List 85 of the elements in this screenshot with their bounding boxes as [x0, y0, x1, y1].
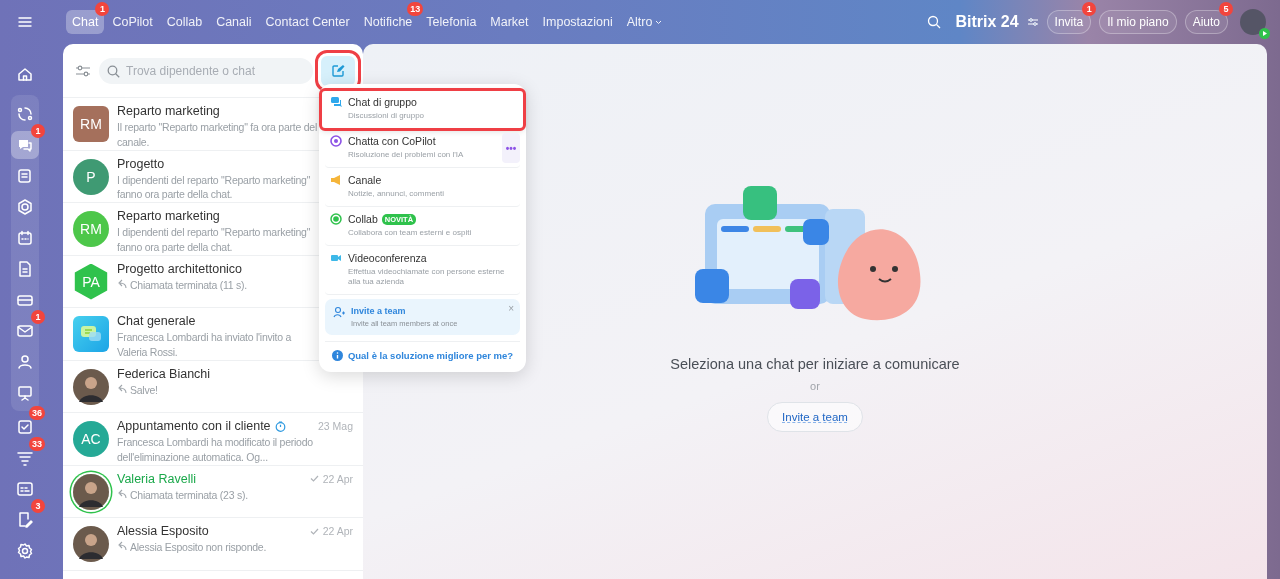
notification-badge: 33	[29, 437, 45, 451]
notification-badge: 1	[1082, 2, 1097, 16]
message-preview: Francesca Lombardi ha inviato l'invito a Valeria Rossi.	[117, 330, 293, 359]
ring-icon	[16, 197, 34, 216]
avatar: RM	[73, 106, 109, 142]
menu-item[interactable]: Videoconferenza Effettua videochiamate con persone esterne alla tua azienda	[325, 246, 520, 295]
avatar	[73, 368, 109, 405]
nav-tab[interactable]: Market	[484, 10, 535, 34]
chat-name: Valeria Ravelli	[117, 471, 196, 486]
nav-tab[interactable]: Contact Center	[259, 10, 356, 34]
chat-name: Federica Bianchi	[117, 366, 211, 381]
calendar-icon	[16, 228, 34, 247]
chat-list-item[interactable]: Alessia Esposito 22 Apr Alessia Esposito non risponde.	[63, 518, 363, 571]
chat-name: Appuntamento con il cliente	[117, 419, 271, 433]
message-preview: Chiamata terminata (23 s).	[130, 487, 248, 502]
message-preview: I dipendenti del reparto "Reparto marketing" fanno ora parte della chat.	[117, 172, 312, 202]
message-preview: Chiamata terminata (11 s).	[130, 277, 248, 292]
avatar	[73, 526, 109, 562]
message-preview: Il reparto "Reparto marketing" fa ora parte del canale.	[117, 120, 317, 149]
signature-icon	[16, 510, 34, 529]
notification-badge: 1	[31, 310, 45, 324]
chat-date: 22 Apr	[322, 525, 353, 537]
search-icon	[107, 65, 120, 78]
chat-name: Chat generale	[117, 314, 196, 328]
avatar: P	[73, 158, 109, 195]
more-button[interactable]: •••	[502, 133, 520, 163]
filter-icon[interactable]	[75, 64, 91, 78]
notification-badge: 5	[1219, 2, 1233, 16]
message-preview: Francesca Lombardi ha modificato il periodo dell'eliminazione automatica. Og...	[117, 435, 314, 464]
megaphone-icon	[330, 174, 342, 186]
chat-list-item[interactable]: Valeria Ravelli 22 Apr Chiamata terminata (23 s).	[63, 465, 363, 518]
invite-button[interactable]: Invite a team	[767, 402, 863, 432]
chat-name: Progetto architettonico	[117, 261, 243, 276]
play-icon	[1259, 28, 1270, 39]
message-preview: I dipendenti del reparto "Reparto marketing" fanno ora parte della chat.	[117, 225, 312, 254]
chat-list-item[interactable]: AC Appuntamento con il cliente 23 Mag Francesca Lombardi ha modificato il periodo dell'eliminazione automatica. Og...	[63, 413, 363, 466]
people-icon	[16, 352, 34, 371]
empty-state-title: Seleziona una chat per iniziare a comunicare	[670, 356, 960, 372]
copilot-icon	[330, 135, 342, 147]
notification-badge: 1	[95, 2, 110, 16]
search-field[interactable]: Trova dipendente o chat	[99, 58, 313, 84]
settings-icon	[16, 541, 34, 560]
checkbox-icon	[16, 417, 34, 436]
chat-name: Reparto marketing	[117, 209, 220, 223]
user-avatar[interactable]	[1240, 9, 1266, 35]
add-user-icon	[333, 306, 345, 318]
chat-name: Reparto marketing	[117, 104, 220, 118]
chat-name: Progetto	[117, 156, 165, 171]
chat-bubbles-icon	[330, 96, 342, 108]
chat-date: 23 Mag	[317, 420, 353, 432]
document-icon	[16, 259, 34, 278]
menu-icon[interactable]	[18, 16, 32, 28]
nav-tab[interactable]: Altro	[620, 10, 669, 34]
message-preview: Salve!	[130, 382, 158, 397]
separator-text: or	[810, 380, 820, 392]
document-icon	[16, 166, 34, 185]
schedule-icon	[16, 479, 34, 498]
nav-tab[interactable]: Collab	[160, 10, 209, 34]
avatar: PA	[73, 263, 109, 300]
notification-badge: 3	[31, 499, 45, 513]
info-icon	[331, 350, 343, 361]
menu-item[interactable]: Canale Notizie, annunci, commenti	[325, 168, 520, 207]
avatar	[73, 316, 109, 352]
header-button[interactable]: Il mio piano	[1099, 10, 1177, 34]
chat-date: 22 Apr	[322, 472, 353, 485]
edit-icon	[331, 64, 345, 78]
logo: Bitrix 24	[955, 13, 1019, 31]
avatar: AC	[73, 421, 109, 457]
nav-tab[interactable]: Impostazioni	[536, 10, 619, 34]
notification-badge: 1	[31, 124, 45, 138]
sliders-icon[interactable]	[1026, 17, 1039, 27]
notification-badge: 36	[29, 406, 45, 420]
sidebar-item[interactable]	[11, 130, 39, 159]
video-camera-icon	[330, 252, 342, 264]
presentation-icon	[16, 383, 34, 402]
sync-icon	[16, 104, 34, 123]
nav-tab[interactable]: Canali	[210, 10, 258, 34]
search-icon[interactable]	[927, 15, 942, 29]
menu-item[interactable]: Chatta con CoPilot Risoluzione dei problemi con l'IA •••	[325, 129, 520, 168]
collab-icon	[330, 213, 342, 225]
close-button[interactable]: ×	[508, 303, 514, 314]
chat-name: Alessia Esposito	[117, 524, 209, 538]
notification-badge: 13	[407, 2, 424, 16]
message-preview: Alessia Esposito non risponde.	[130, 540, 267, 555]
avatar: RM	[73, 211, 109, 247]
